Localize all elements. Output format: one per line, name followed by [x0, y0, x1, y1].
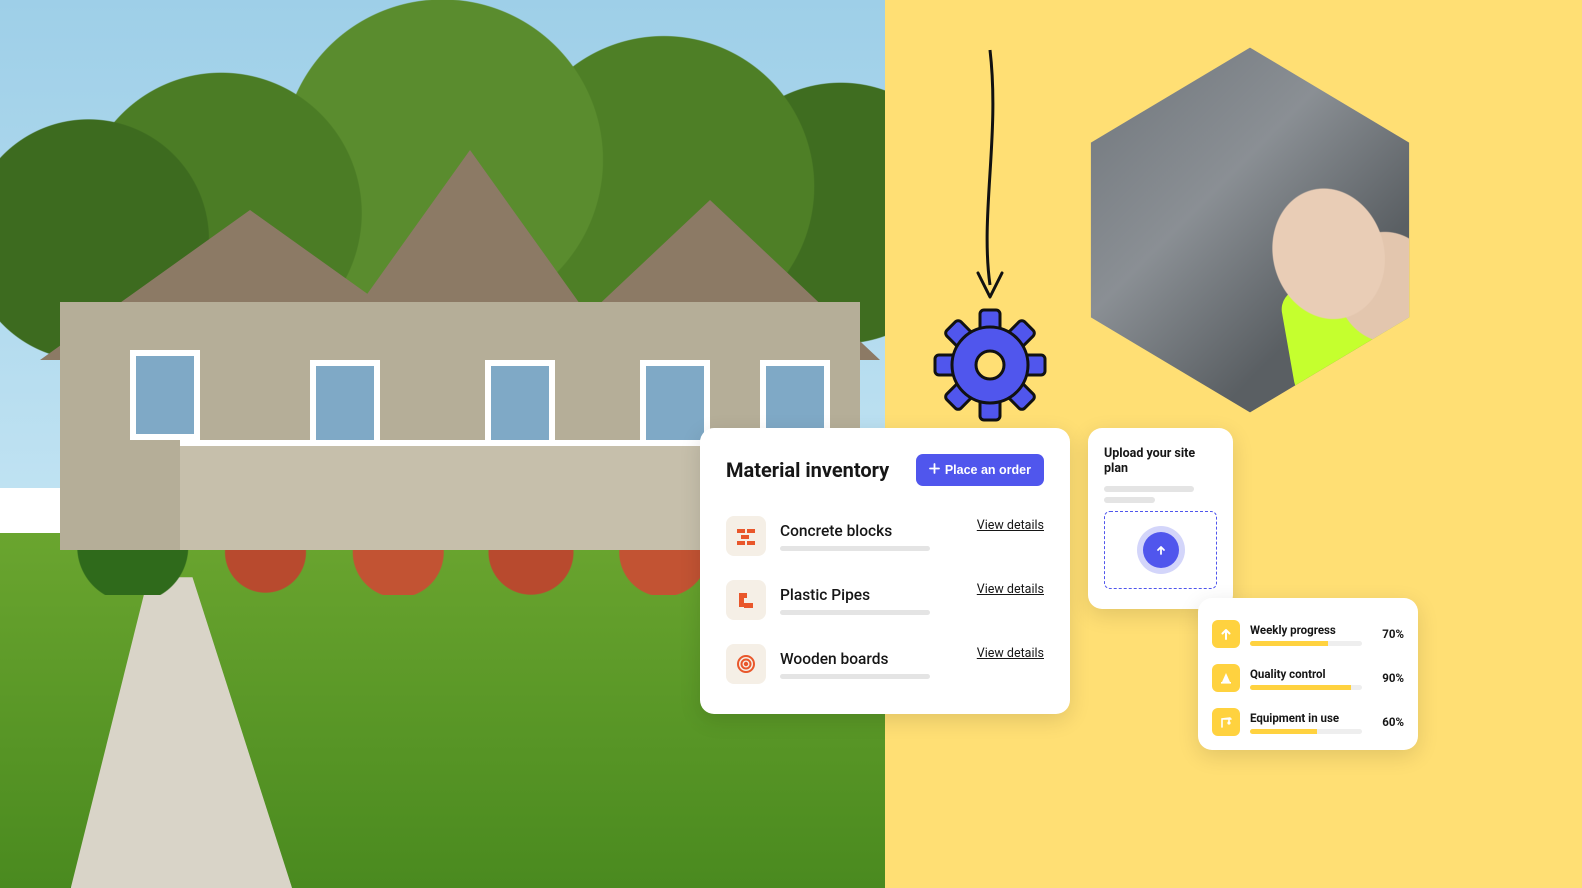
material-name: Plastic Pipes: [780, 586, 963, 604]
material-bar: [780, 546, 930, 551]
stats-card: Weekly progress 70% Quality control 90% …: [1198, 598, 1418, 750]
stat-fill: [1250, 641, 1328, 646]
stat-label: Quality control: [1250, 667, 1362, 681]
upload-site-plan-card: Upload your site plan: [1088, 428, 1233, 609]
crane-icon: [1212, 708, 1240, 736]
cone-icon: [1212, 664, 1240, 692]
stat-percent: 70%: [1372, 627, 1404, 641]
stat-fill: [1250, 729, 1317, 734]
skeleton-line: [1104, 497, 1155, 503]
gear-icon: [930, 305, 1050, 429]
upload-icon: [1143, 532, 1179, 568]
stat-row: Quality control 90%: [1212, 656, 1404, 700]
material-inventory-card: Material inventory Place an order Concre…: [700, 428, 1070, 714]
view-details-link[interactable]: View details: [977, 646, 1044, 661]
upload-title: Upload your site plan: [1104, 446, 1217, 476]
wood-icon: [726, 644, 766, 684]
stat-label: Equipment in use: [1250, 711, 1362, 725]
place-order-label: Place an order: [945, 463, 1031, 477]
stat-percent: 90%: [1372, 671, 1404, 685]
stat-fill: [1250, 685, 1351, 690]
material-inventory-title: Material inventory: [726, 458, 889, 482]
plus-icon: [929, 463, 940, 477]
material-row: Wooden boards View details: [726, 632, 1044, 696]
material-bar: [780, 610, 930, 615]
place-order-button[interactable]: Place an order: [916, 454, 1044, 486]
pipe-icon: [726, 580, 766, 620]
view-details-link[interactable]: View details: [977, 518, 1044, 533]
material-name: Concrete blocks: [780, 522, 963, 540]
stat-label: Weekly progress: [1250, 623, 1362, 637]
material-bar: [780, 674, 930, 679]
view-details-link[interactable]: View details: [977, 582, 1044, 597]
stat-percent: 60%: [1372, 715, 1404, 729]
skeleton-line: [1104, 486, 1194, 492]
material-row: Plastic Pipes View details: [726, 568, 1044, 632]
stat-row: Equipment in use 60%: [1212, 700, 1404, 744]
material-row: Concrete blocks View details: [726, 504, 1044, 568]
upload-dropzone[interactable]: [1104, 511, 1217, 589]
stat-row: Weekly progress 70%: [1212, 612, 1404, 656]
bricks-icon: [726, 516, 766, 556]
arrow-up-icon: [1212, 620, 1240, 648]
arrow-down-icon: [950, 45, 1030, 309]
material-name: Wooden boards: [780, 650, 963, 668]
